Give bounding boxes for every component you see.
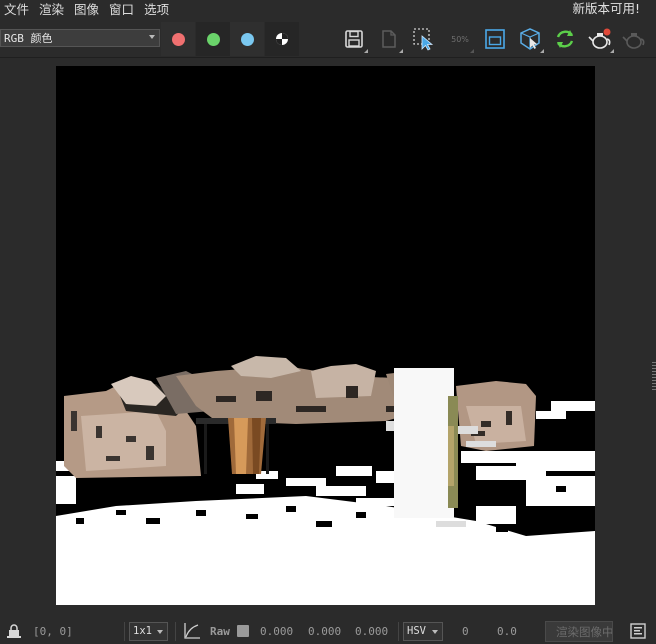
curve-icon — [184, 623, 200, 639]
sample-size-select[interactable]: 1x1 — [129, 621, 168, 641]
log-window-button[interactable] — [630, 618, 646, 644]
frame-icon — [485, 29, 505, 49]
lock-button[interactable] — [7, 618, 21, 644]
chevron-down-icon — [157, 629, 163, 634]
status-divider — [398, 622, 399, 641]
status-divider — [175, 622, 176, 641]
teapot-icon — [622, 33, 645, 49]
green-dot-icon — [206, 32, 220, 46]
menu-window[interactable]: 窗口 — [104, 1, 139, 19]
refresh-icon — [556, 30, 574, 48]
alpha-icon — [276, 33, 288, 45]
chevron-down-icon — [149, 35, 155, 39]
frame-toggle-button[interactable] — [480, 24, 510, 54]
render-scene — [56, 66, 595, 605]
log-icon — [630, 623, 646, 639]
render-teapot-disabled-button[interactable] — [619, 24, 649, 54]
blue-dot-icon — [240, 32, 254, 46]
status-bar: [0, 0] 1x1 Raw 0.000 0.000 0.000 HSV 0 0… — [0, 618, 656, 644]
blue-channel-button[interactable] — [230, 22, 264, 56]
raw-label: Raw — [210, 624, 230, 638]
chevron-down-icon — [432, 629, 438, 634]
red-dot-icon — [171, 32, 185, 46]
copy-image-button[interactable] — [374, 24, 404, 54]
save-image-button[interactable] — [339, 24, 369, 54]
menu-options[interactable]: 选项 — [139, 1, 174, 19]
curve-button[interactable] — [183, 618, 201, 644]
render-viewport — [0, 58, 656, 614]
hsv-value-s: 0.0 — [497, 624, 517, 638]
zoom-label: 50% — [451, 34, 469, 44]
menu-image[interactable]: 图像 — [69, 1, 104, 19]
raw-value-r: 0.000 — [260, 624, 294, 638]
color-mode-value: HSV — [407, 625, 426, 637]
teapot-icon — [588, 28, 611, 49]
color-swatch — [237, 625, 249, 637]
rerender-button[interactable] — [550, 24, 580, 54]
hsv-value-h: 0 — [462, 624, 469, 638]
pixel-coords: [0, 0] — [33, 624, 73, 638]
dropdown-corner-icon — [610, 49, 614, 53]
menu-file[interactable]: 文件 — [0, 1, 34, 19]
raw-value-g: 0.000 — [308, 624, 342, 638]
channel-select[interactable]: RGB 颜色 — [0, 29, 160, 47]
toolbar: RGB 颜色 50% — [0, 20, 656, 58]
dropdown-corner-icon — [470, 49, 474, 53]
green-channel-button[interactable] — [196, 22, 230, 56]
render-setup-button[interactable] — [515, 24, 545, 54]
raw-value-b: 0.000 — [355, 624, 389, 638]
status-divider — [124, 622, 125, 641]
document-icon — [382, 30, 396, 48]
render-setup-icon — [520, 28, 540, 50]
resize-grip[interactable] — [652, 362, 656, 390]
dropdown-corner-icon — [540, 49, 544, 53]
region-select-icon — [413, 28, 434, 51]
region-render-button[interactable] — [409, 24, 439, 54]
render-teapot-button[interactable] — [585, 24, 615, 54]
color-mode-select[interactable]: HSV — [403, 621, 443, 641]
zoom-button[interactable]: 50% — [445, 24, 475, 54]
render-image-button[interactable]: 渲染图像中 — [545, 621, 613, 642]
red-channel-button[interactable] — [161, 22, 195, 56]
sample-size-value: 1x1 — [133, 625, 152, 637]
channel-select-value: RGB 颜色 — [4, 32, 53, 45]
new-version-link[interactable]: 新版本可用! — [572, 0, 640, 18]
lock-icon — [7, 624, 21, 638]
rendered-image[interactable] — [56, 66, 595, 605]
dropdown-corner-icon — [364, 49, 368, 53]
menu-bar: 文件 渲染 图像 窗口 选项 新版本可用! — [0, 0, 656, 19]
dropdown-corner-icon — [399, 49, 403, 53]
menu-render[interactable]: 渲染 — [34, 1, 69, 19]
save-icon — [345, 30, 363, 48]
alpha-channel-button[interactable] — [265, 22, 299, 56]
